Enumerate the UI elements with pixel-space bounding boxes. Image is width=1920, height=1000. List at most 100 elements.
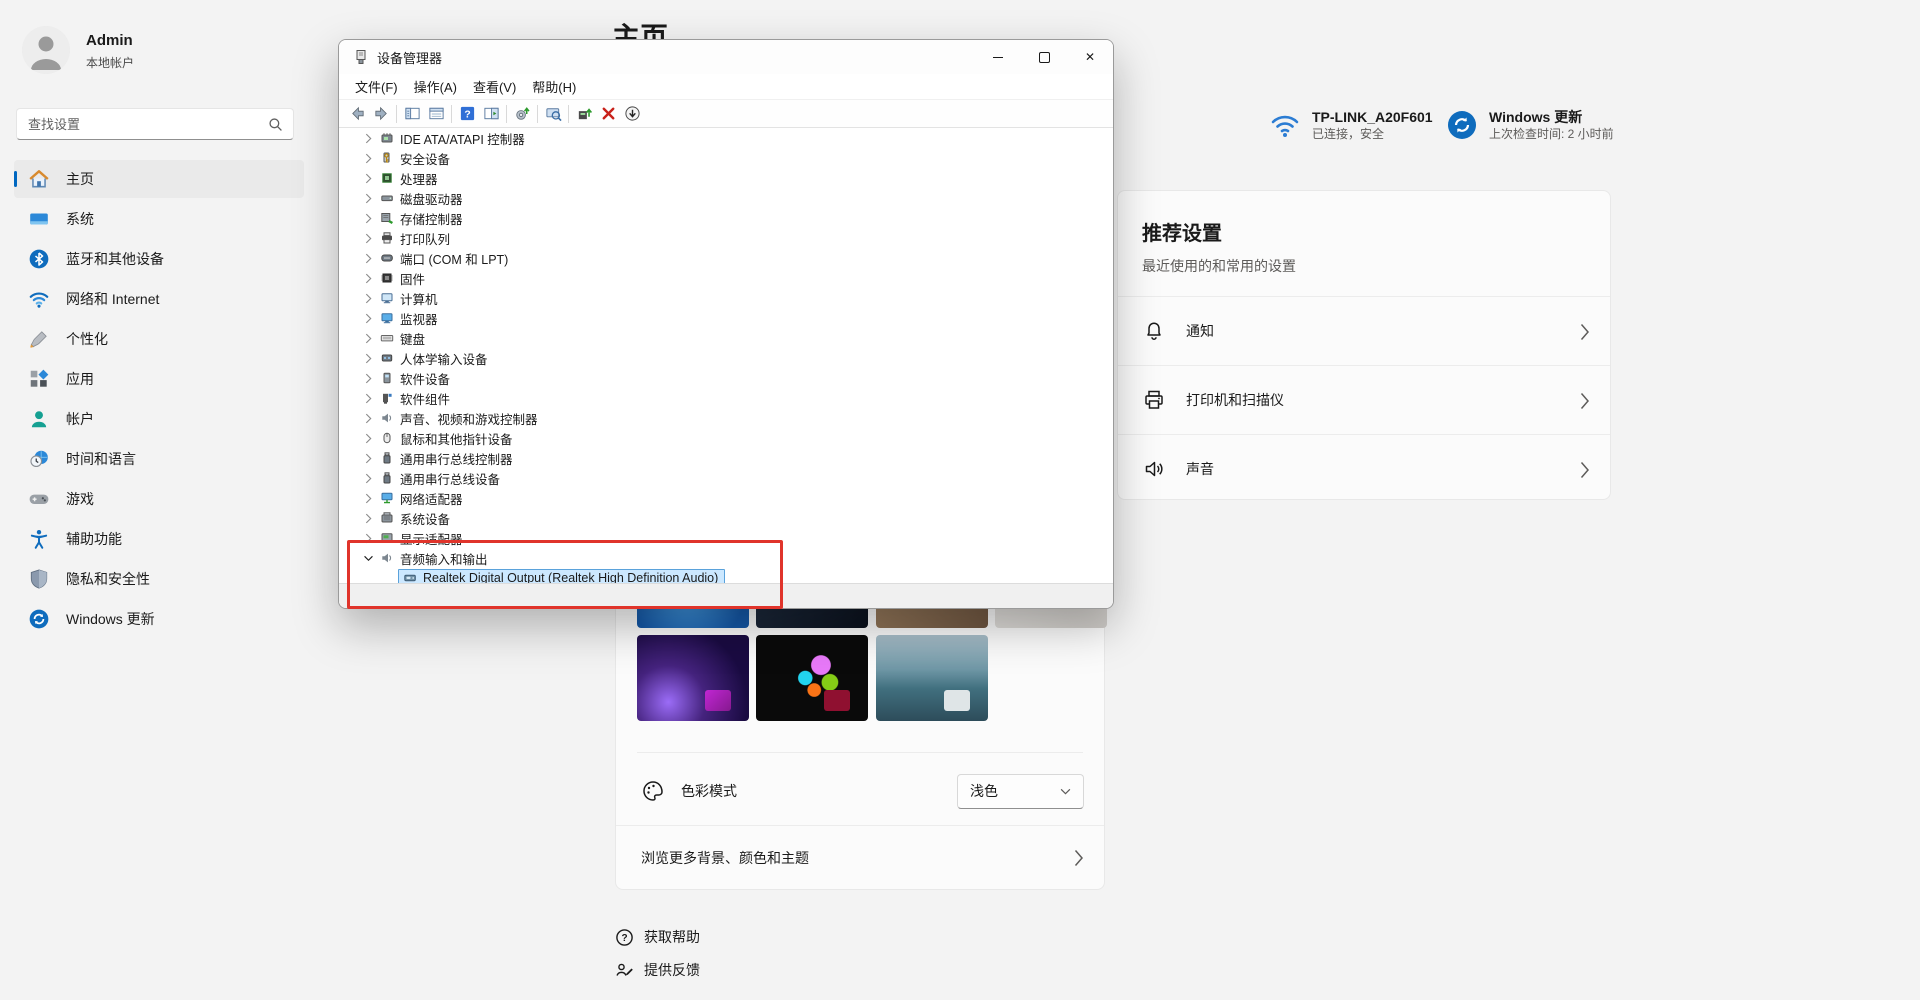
toolbar-button[interactable] — [345, 103, 369, 125]
sidebar-item[interactable]: 主页 — [14, 160, 304, 198]
sidebar-item[interactable]: 系统 — [14, 200, 304, 238]
recommended-item[interactable]: 打印机和扫描仪 — [1118, 365, 1610, 434]
expand-chevron-icon[interactable] — [361, 331, 375, 345]
expand-chevron-icon[interactable] — [361, 371, 375, 385]
expand-chevron-icon[interactable] — [361, 311, 375, 325]
sidebar-item[interactable]: 辅助功能 — [14, 520, 304, 558]
expand-chevron-icon[interactable] — [361, 151, 375, 165]
network-status[interactable]: TP-LINK_A20F601 已连接，安全 — [1268, 108, 1433, 143]
sidebar-item[interactable]: 游戏 — [14, 480, 304, 518]
tree-item[interactable]: 磁盘驱动器 — [339, 188, 1113, 208]
expand-chevron-icon[interactable] — [361, 271, 375, 285]
menu-item[interactable]: 帮助(H) — [524, 75, 584, 98]
title-bar[interactable]: 设备管理器 ✕ — [339, 40, 1113, 74]
tree-item[interactable]: 键盘 — [339, 328, 1113, 348]
toolbar-button[interactable]: ? — [455, 103, 479, 125]
expand-chevron-icon[interactable] — [361, 451, 375, 465]
menu-item[interactable]: 查看(V) — [465, 75, 524, 98]
sidebar-item[interactable]: 蓝牙和其他设备 — [14, 240, 304, 278]
toolbar-button[interactable] — [541, 103, 565, 125]
expand-chevron-icon[interactable] — [361, 251, 375, 265]
chip-icon — [380, 131, 395, 146]
theme-window-swatch — [824, 690, 850, 711]
sidebar-item[interactable]: 帐户 — [14, 400, 304, 438]
expand-chevron-icon[interactable] — [361, 351, 375, 365]
toolbar-button[interactable] — [572, 103, 596, 125]
close-button[interactable]: ✕ — [1067, 40, 1113, 74]
sidebar-item[interactable]: 个性化 — [14, 320, 304, 358]
sidebar-item[interactable]: 隐私和安全性 — [14, 560, 304, 598]
device-manager-window: 设备管理器 ✕ 文件(F) 操作(A) 查看(V) 帮助(H) ? IDE ATA/A… — [338, 39, 1114, 609]
tree-item[interactable]: 通用串行总线控制器 — [339, 448, 1113, 468]
theme-thumbnail[interactable] — [637, 635, 749, 721]
search-box[interactable] — [16, 108, 294, 140]
maximize-button[interactable] — [1021, 40, 1067, 74]
expand-chevron-icon[interactable] — [361, 391, 375, 405]
expand-chevron-icon[interactable] — [361, 491, 375, 505]
browse-themes-row[interactable]: 浏览更多背景、颜色和主题 — [616, 825, 1104, 889]
expand-chevron-icon[interactable] — [361, 471, 375, 485]
tree-item[interactable]: 网络适配器 — [339, 488, 1113, 508]
tree-item[interactable]: 安全设备 — [339, 148, 1113, 168]
theme-thumbnail[interactable] — [756, 635, 868, 721]
device-tree: IDE ATA/ATAPI 控制器 安全设备 处理器 磁盘驱动器 存储控制器 打… — [339, 128, 1113, 584]
sidebar-nav: 主页 系统 蓝牙和其他设备 网络和 Internet 个性化 应用 帐户 时间和… — [14, 160, 304, 640]
sidebar-item-label: 主页 — [66, 171, 94, 187]
get-help-link[interactable]: ? 获取帮助 — [615, 927, 700, 947]
recommended-item[interactable]: 通知 — [1118, 296, 1610, 365]
tree-item[interactable]: 软件组件 — [339, 388, 1113, 408]
sidebar-item[interactable]: 网络和 Internet — [14, 280, 304, 318]
toolbar-button[interactable] — [620, 103, 644, 125]
expand-chevron-icon[interactable] — [361, 511, 375, 525]
search-input[interactable] — [17, 116, 268, 132]
tree-item[interactable]: 系统设备 — [339, 508, 1113, 528]
tree-item[interactable]: 打印队列 — [339, 228, 1113, 248]
sidebar-item[interactable]: 时间和语言 — [14, 440, 304, 478]
expand-chevron-icon[interactable] — [361, 131, 375, 145]
expand-chevron-icon[interactable] — [361, 171, 375, 185]
tree-item[interactable]: 通用串行总线设备 — [339, 468, 1113, 488]
menu-item[interactable]: 文件(F) — [347, 75, 406, 98]
tree-item[interactable]: 计算机 — [339, 288, 1113, 308]
expand-chevron-icon[interactable] — [361, 411, 375, 425]
tree-item[interactable]: 监视器 — [339, 308, 1113, 328]
sidebar-item[interactable]: 应用 — [14, 360, 304, 398]
menu-item[interactable]: 操作(A) — [406, 75, 465, 98]
tree-item[interactable]: 处理器 — [339, 168, 1113, 188]
tree-item[interactable]: 存储控制器 — [339, 208, 1113, 228]
sidebar-item[interactable]: Windows 更新 — [14, 600, 304, 638]
net-icon — [380, 491, 395, 506]
avatar[interactable] — [22, 26, 70, 74]
toolbar-button[interactable] — [400, 103, 424, 125]
expand-chevron-icon[interactable] — [361, 431, 375, 445]
tree-item-label: 网络适配器 — [400, 492, 463, 507]
toolbar-button[interactable] — [369, 103, 393, 125]
tree-item-label: 存储控制器 — [400, 212, 463, 227]
theme-thumbnail[interactable] — [876, 635, 988, 721]
toolbar-button[interactable] — [596, 103, 620, 125]
update-status[interactable]: Windows 更新 上次检查时间: 2 小时前 — [1445, 108, 1614, 143]
toolbar-button[interactable] — [424, 103, 448, 125]
expand-chevron-icon[interactable] — [361, 291, 375, 305]
toolbar-button[interactable] — [479, 103, 503, 125]
color-mode-dropdown[interactable]: 浅色 — [957, 773, 1084, 809]
tree-item[interactable]: 固件 — [339, 268, 1113, 288]
expand-chevron-icon[interactable] — [361, 231, 375, 245]
toolbar-button[interactable] — [510, 103, 534, 125]
tree-item[interactable]: IDE ATA/ATAPI 控制器 — [339, 128, 1113, 148]
tree-item[interactable]: 鼠标和其他指针设备 — [339, 428, 1113, 448]
feedback-link[interactable]: 提供反馈 — [615, 960, 700, 980]
recommended-item[interactable]: 声音 — [1118, 434, 1610, 503]
help-icon: ? — [459, 105, 476, 122]
chevron-right-icon — [1580, 461, 1590, 478]
minimize-button[interactable] — [975, 40, 1021, 74]
keyboard-icon — [380, 331, 395, 346]
tree-item[interactable]: 软件设备 — [339, 368, 1113, 388]
tree-item[interactable]: 声音、视频和游戏控制器 — [339, 408, 1113, 428]
apps-icon — [28, 368, 50, 390]
expand-chevron-icon[interactable] — [361, 191, 375, 205]
home-icon — [28, 168, 50, 190]
tree-item[interactable]: 端口 (COM 和 LPT) — [339, 248, 1113, 268]
tree-item[interactable]: 人体学输入设备 — [339, 348, 1113, 368]
expand-chevron-icon[interactable] — [361, 211, 375, 225]
